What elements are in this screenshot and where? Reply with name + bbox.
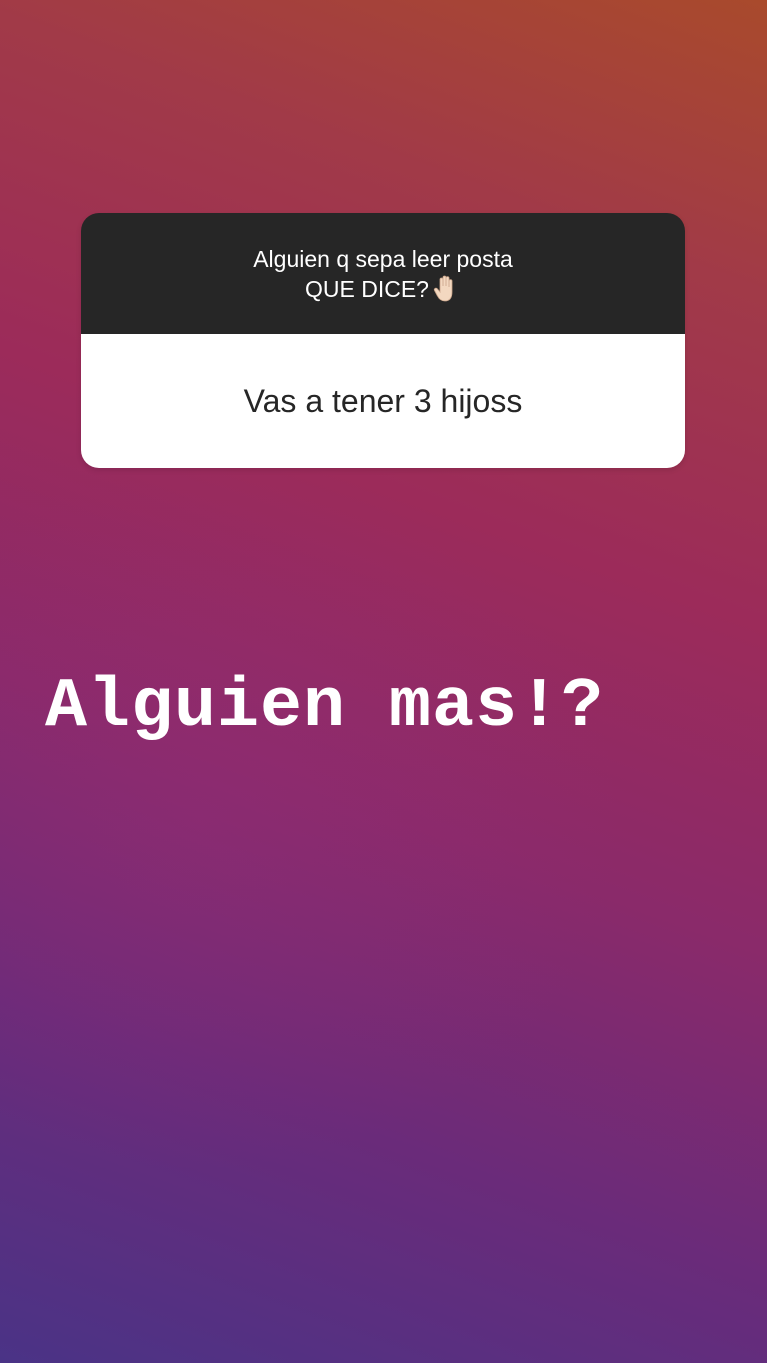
answer-text: Vas a tener 3 hijoss: [243, 382, 523, 419]
answer-text-area: Vas a tener 3 hijoss: [81, 334, 685, 468]
question-line-2: QUE DICE?: [305, 275, 429, 302]
raised-hand-icon: [431, 274, 461, 304]
question-line-1: Alguien q sepa leer posta: [253, 245, 513, 272]
question-line-2-row: QUE DICE?: [305, 274, 461, 304]
question-sticker[interactable]: Alguien q sepa leer posta QUE DICE? Vas …: [81, 213, 685, 468]
story-caption-text: Alguien mas!?: [45, 668, 605, 747]
question-header: Alguien q sepa leer posta QUE DICE?: [81, 213, 685, 334]
